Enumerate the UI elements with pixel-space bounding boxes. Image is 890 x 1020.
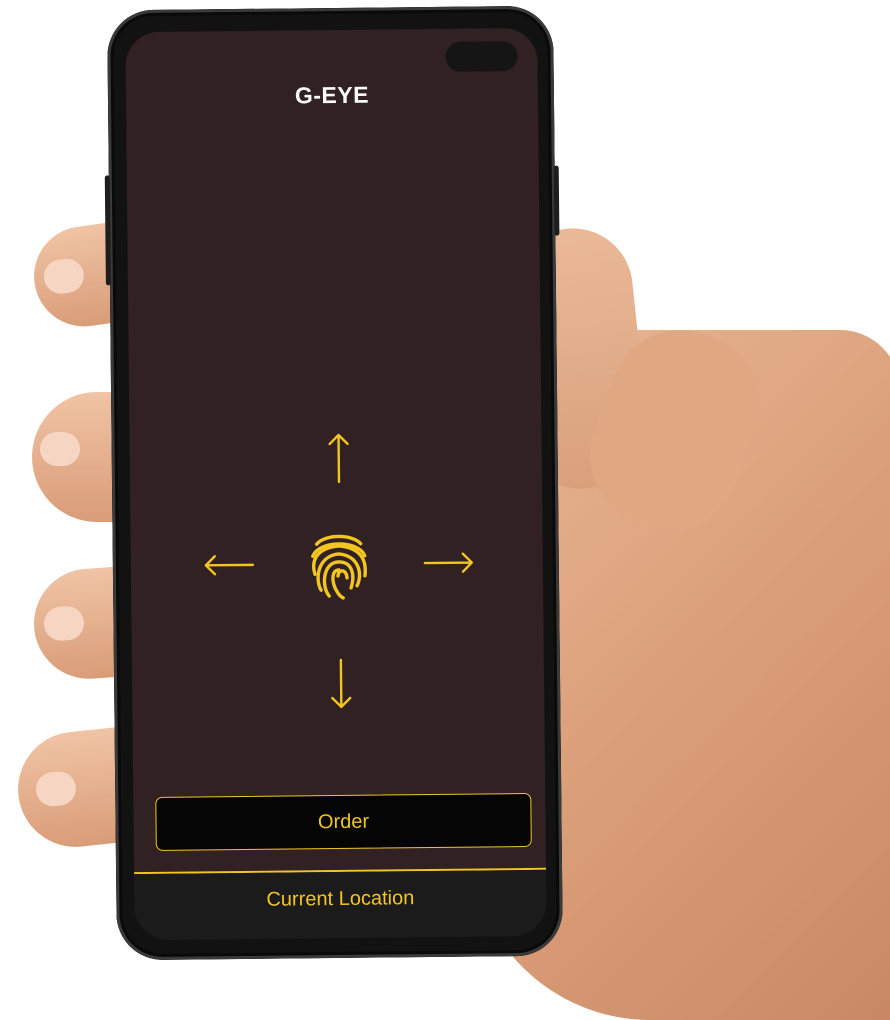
order-button[interactable]: Order (155, 792, 532, 851)
phone-frame: G-EYE Order Current Location (104, 5, 563, 961)
arrow-left-icon[interactable] (203, 554, 255, 577)
fingerprint-icon[interactable] (306, 530, 371, 601)
volume-button (104, 175, 111, 286)
arrow-right-icon[interactable] (423, 552, 475, 575)
arrow-down-icon[interactable] (330, 658, 353, 710)
current-location-button[interactable]: Current Location (134, 869, 547, 941)
phone-screen: G-EYE Order Current Location (125, 27, 547, 941)
power-button (553, 165, 560, 236)
arrow-up-icon[interactable] (327, 432, 350, 484)
